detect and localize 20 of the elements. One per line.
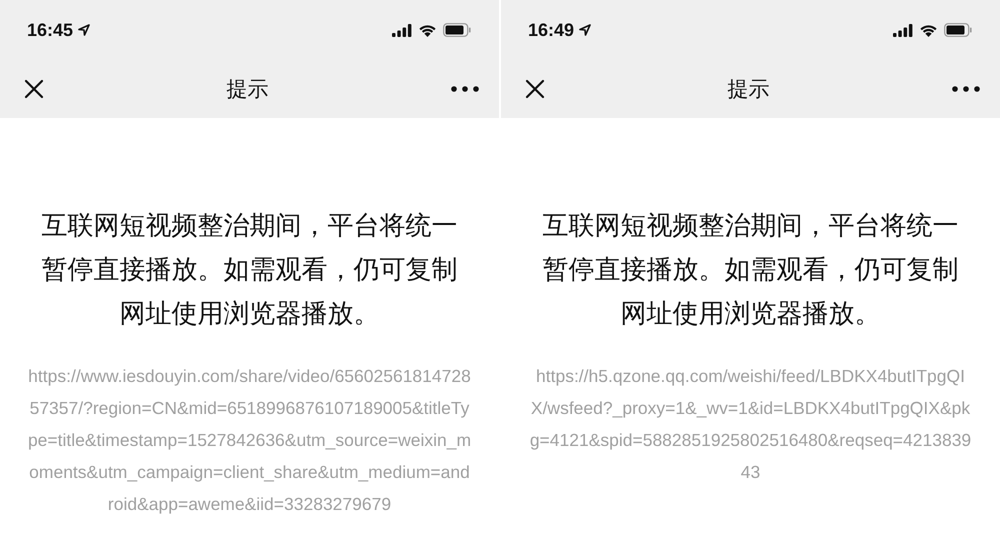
location-arrow-icon <box>579 24 592 36</box>
page-title: 提示 <box>226 76 268 103</box>
close-icon[interactable] <box>525 79 545 99</box>
wifi-icon <box>418 23 437 37</box>
notice-message: 互联网短视频整治期间，平台将统一暂停直接播放。如需观看，仍可复制网址使用浏览器播放。 <box>40 210 458 331</box>
more-icon[interactable] <box>952 86 980 92</box>
close-icon[interactable] <box>24 79 44 99</box>
location-arrow-icon <box>78 24 90 36</box>
wifi-icon <box>919 23 938 37</box>
status-time: 16:49 <box>528 20 574 40</box>
signal-icon <box>893 24 913 36</box>
notice-message: 互联网短视频整治期间，平台将统一暂停直接播放。如需观看，仍可复制网址使用浏览器播放。 <box>542 210 960 331</box>
video-url: https://www.iesdouyin.com/share/video/6560256181472857357/?region=CN&mid=6518996876107189005&titleType=title&timestamp=1527842636&utm_source=weixin_moments&utm_campaign=client_share&utm_medium=android&app=aweme&iid=33283279679 <box>28 365 472 516</box>
status-time: 16:45 <box>27 20 74 40</box>
battery-icon <box>944 23 972 37</box>
more-icon[interactable] <box>451 86 479 92</box>
battery-icon <box>443 23 471 37</box>
signal-icon <box>392 24 412 36</box>
page-title: 提示 <box>728 76 770 103</box>
video-url: https://h5.qzone.qq.com/weishi/feed/LBDKX4butITpgQIX/wsfeed?_proxy=1&_wv=1&id=LBDKX4butITpgQIX&pkg=4121&spid=5882851925802516480&reqseq=421383943 <box>528 365 972 484</box>
